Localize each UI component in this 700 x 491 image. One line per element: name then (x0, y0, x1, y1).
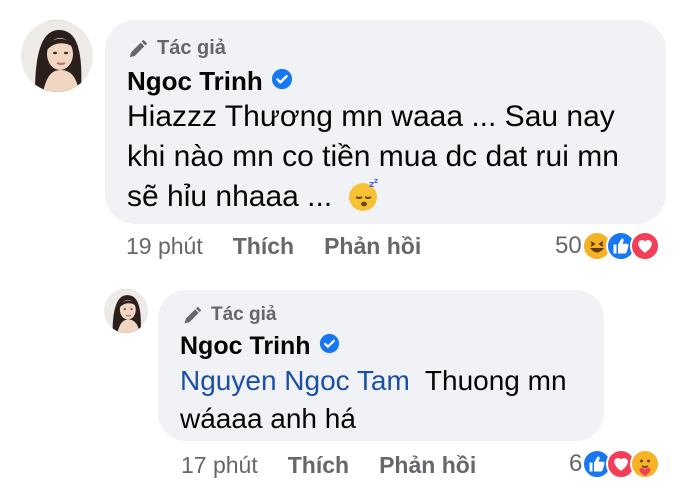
comment-actions: 19 phút Thích Phản hồi (126, 233, 421, 260)
verified-icon (319, 332, 340, 361)
reaction-count: 6 (569, 450, 583, 477)
comment-time[interactable]: 19 phút (126, 233, 203, 260)
avatar-photo (21, 20, 93, 92)
author-badge-label: Tác giả (211, 304, 277, 325)
avatar-photo (104, 289, 148, 333)
like-button[interactable]: Thích (288, 452, 349, 479)
author-name[interactable]: Ngoc Trinh (127, 66, 263, 97)
avatar[interactable] (104, 289, 148, 333)
comment-text: Nguyen Ngoc Tam Thuong mn wáaaa anh há (180, 362, 600, 438)
comment-time[interactable]: 17 phút (181, 452, 258, 479)
care-icon (630, 449, 661, 479)
like-button[interactable]: Thích (233, 233, 294, 260)
pencil-icon (182, 305, 203, 326)
comment-bubble: Tác giả Ngoc Trinh Hiazzz Thương mn waaa… (105, 20, 666, 224)
author-badge: Tác giả (182, 304, 276, 326)
comment-author[interactable]: Ngoc Trinh (180, 332, 340, 361)
love-icon (629, 231, 660, 261)
reaction-summary[interactable]: 50 (555, 231, 660, 261)
author-name[interactable]: Ngoc Trinh (180, 332, 311, 361)
comment-author[interactable]: Ngoc Trinh (127, 66, 293, 97)
pencil-icon (127, 38, 149, 60)
comment-actions: 17 phút Thích Phản hồi (181, 452, 476, 479)
reply-button[interactable]: Phản hồi (379, 452, 476, 479)
reaction-count: 50 (555, 232, 582, 259)
svg-text:z: z (374, 178, 378, 185)
reply-bubble: Tác giả Ngoc Trinh Nguyen Ngoc Tam Thuon… (158, 290, 604, 441)
sleeping-face-icon: zz (347, 177, 381, 223)
author-badge: Tác giả (127, 37, 226, 60)
verified-icon (271, 66, 293, 97)
reply-button[interactable]: Phản hồi (324, 233, 421, 260)
comment-text: Hiazzz Thương mn waaa ... Sau nay khi nà… (127, 97, 657, 223)
avatar[interactable] (21, 20, 93, 92)
reaction-summary[interactable]: 6 (569, 449, 661, 479)
author-badge-label: Tác giả (157, 37, 226, 59)
mention-link[interactable]: Nguyen Ngoc Tam (180, 365, 410, 396)
